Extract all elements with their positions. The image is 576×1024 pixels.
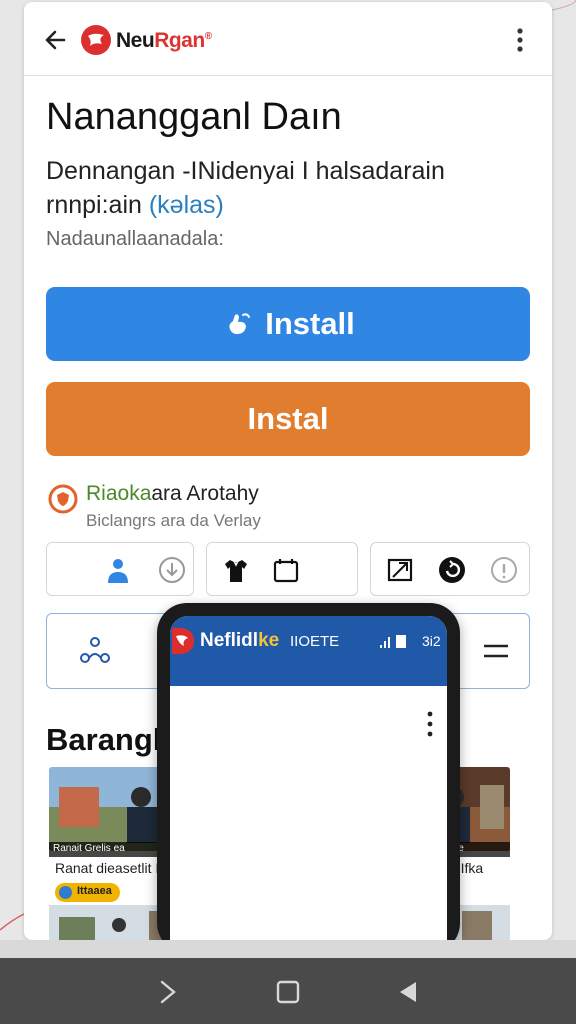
app-meta: Nadaunallaanadala: (46, 228, 224, 250)
developer-subtitle: Biclangrs ara da Verlay (86, 511, 261, 530)
phone-more-vert-icon[interactable] (424, 708, 436, 740)
phone-app-title: Neflidlke (200, 630, 279, 652)
top-app-bar: NeuRgan® (24, 2, 552, 76)
action-row-1 (46, 542, 194, 596)
person-icon[interactable] (103, 555, 133, 585)
install-button-secondary[interactable]: Instal (46, 382, 530, 456)
phone-status-text: IIOETE (290, 633, 340, 650)
badge-dot-icon (59, 886, 72, 899)
phone-right-text: 3i2 (422, 633, 441, 649)
developer-name-rest: ara Arotahy (151, 482, 259, 505)
back-triangle-icon[interactable] (392, 976, 424, 1008)
brand-name: NeuRgan® (116, 29, 212, 53)
app-title: Nanangganl Daın (46, 96, 342, 138)
network-icon[interactable] (77, 634, 113, 668)
download-icon[interactable] (157, 555, 187, 585)
subtitle-link[interactable]: (kəlas) (149, 191, 224, 219)
info-icon[interactable] (489, 555, 519, 585)
install-button-primary-label: Install (265, 306, 355, 341)
badge-label: Ittaaea (77, 885, 112, 897)
system-nav-bar (0, 958, 576, 1024)
phone-brand-logo-icon (172, 627, 194, 655)
subtitle-line-1: Dennangan -INidenyai I halsadarain (46, 157, 445, 185)
brand-name-accent: Rgan (154, 29, 205, 52)
phone-overlay-screen: Neflidlke IIOETE 3i2 (170, 616, 447, 946)
back-arrow-icon[interactable] (42, 26, 70, 54)
menu-lines-icon[interactable] (481, 638, 511, 664)
brand-logo-icon (81, 25, 111, 55)
recent-apps-icon[interactable] (152, 976, 184, 1008)
circle-arrow-icon[interactable] (437, 555, 467, 585)
nav-bar-top-strip (0, 940, 576, 958)
phone-app-bar: Neflidlke IIOETE 3i2 (170, 616, 447, 686)
action-row-3 (370, 542, 530, 596)
subtitle-line-2-text: rnnpi:ain (46, 191, 149, 219)
subtitle-line-2: rnnpi:ain (kəlas) (46, 188, 526, 222)
home-icon[interactable] (272, 976, 304, 1008)
brand-name-main: Neu (116, 29, 155, 52)
install-button-primary[interactable]: Install (46, 287, 530, 361)
video-title[interactable]: Ranat dieasetlit Ir (55, 860, 164, 876)
action-row-2 (206, 542, 358, 596)
developer-name-prefix: Riaoka (86, 482, 152, 505)
app-subtitle: Dennangan -INidenyai I halsadarain rnnpi… (46, 154, 526, 222)
install-button-secondary-label: Instal (247, 401, 329, 436)
video-badge: Ittaaea (55, 883, 120, 902)
shirt-icon[interactable] (221, 555, 251, 585)
phone-app-title-main: Neflidl (200, 630, 259, 651)
brand-mark: ® (204, 31, 212, 42)
developer-name[interactable]: Riaokaara Arotahy (86, 482, 259, 506)
more-vert-icon[interactable] (510, 24, 530, 56)
flag-icon[interactable] (385, 555, 415, 585)
phone-app-title-accent: ke (258, 630, 280, 651)
install-hand-icon (229, 313, 251, 334)
calendar-icon[interactable] (271, 555, 301, 585)
developer-shield-icon (48, 484, 78, 514)
